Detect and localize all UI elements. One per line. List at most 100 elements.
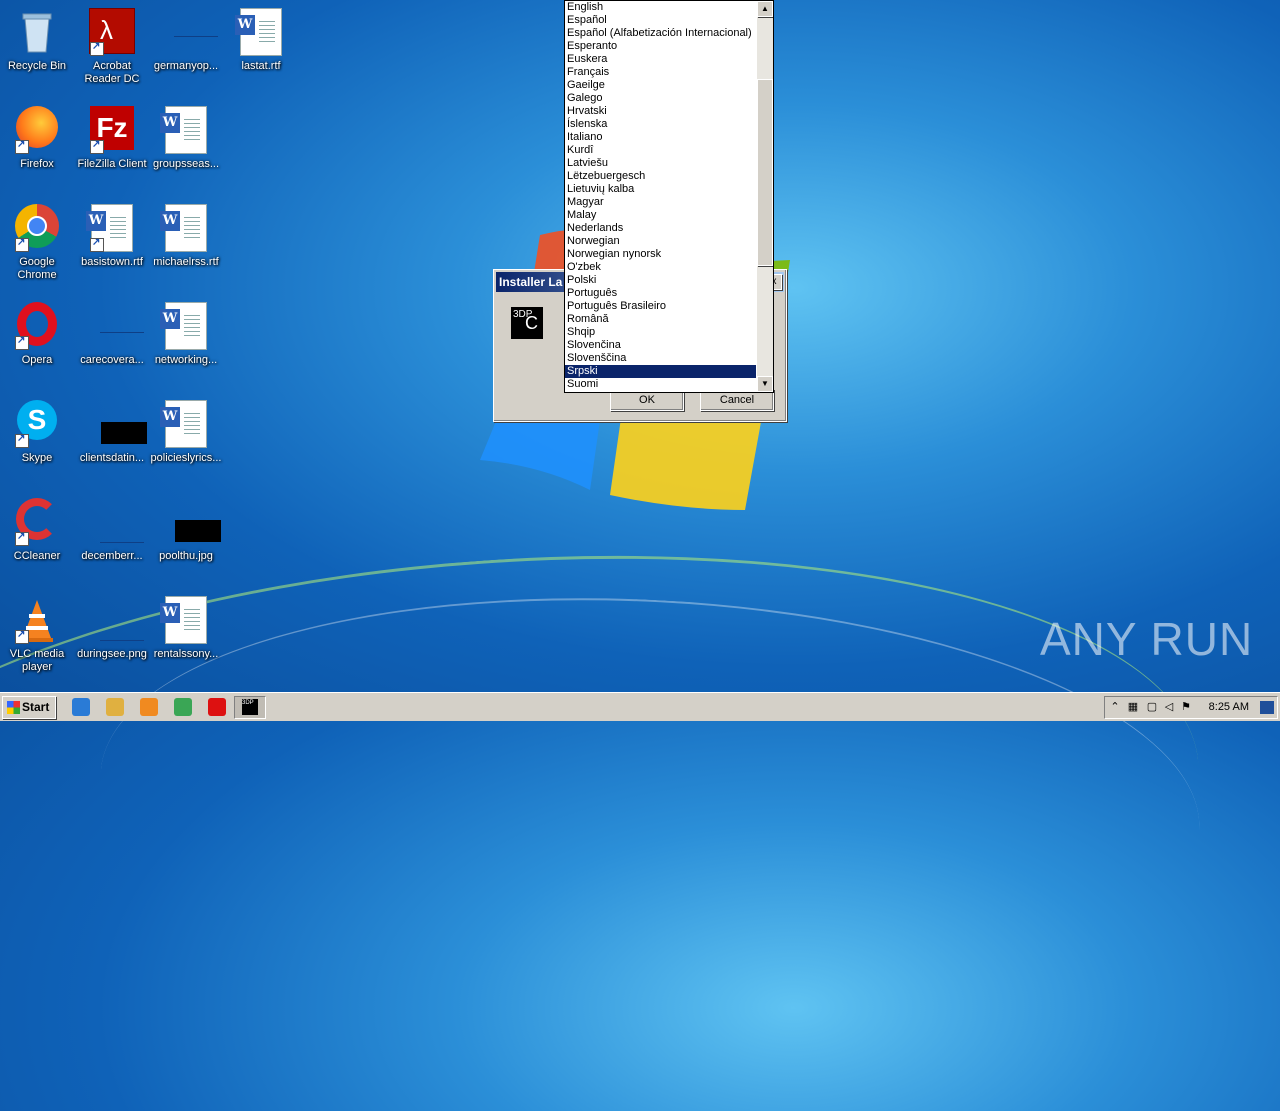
desktop-icon-filezilla[interactable]: Fz FileZilla Client <box>75 106 149 171</box>
language-option[interactable]: English <box>565 1 756 14</box>
language-option[interactable]: Português Brasileiro <box>565 300 756 313</box>
language-option[interactable]: Hrvatski <box>565 105 756 118</box>
desktop-icon-groupsseas[interactable]: W groupsseas... <box>149 106 223 171</box>
opera-icon <box>13 302 61 350</box>
language-dropdown-list[interactable]: English Español Español (Alfabetización In… <box>564 0 774 393</box>
language-option[interactable]: Français <box>565 66 756 79</box>
blank-file-icon <box>88 596 144 644</box>
scroll-down-icon[interactable]: ▼ <box>757 376 773 392</box>
language-option[interactable]: Magyar <box>565 196 756 209</box>
scroll-thumb[interactable] <box>757 79 773 266</box>
chrome-icon[interactable] <box>174 698 192 716</box>
desktop-icon-acrobat[interactable]: λ Acrobat Reader DC <box>75 8 149 86</box>
volume-icon[interactable]: ◁ <box>1162 701 1176 714</box>
desktop-icon-label: basistown.rtf <box>81 256 143 268</box>
language-option[interactable]: Slovenčina <box>565 339 756 352</box>
desktop-icon-label: CCleaner <box>13 550 61 562</box>
scroll-up-icon[interactable]: ▲ <box>757 1 773 17</box>
flag-icon[interactable]: ⚑ <box>1179 701 1193 714</box>
language-option[interactable]: Italiano <box>565 131 756 144</box>
app-3dp-icon: 3DP <box>242 699 258 715</box>
word-document-icon: W <box>160 400 210 448</box>
language-option[interactable]: Lietuvių kalba <box>565 183 756 196</box>
language-option[interactable]: Shqip <box>565 326 756 339</box>
action-center-icon[interactable]: ▢ <box>1145 701 1159 714</box>
word-document-icon: W <box>160 302 210 350</box>
language-option[interactable]: Nederlands <box>565 222 756 235</box>
desktop-icon-ccleaner[interactable]: CCleaner <box>0 498 74 563</box>
desktop-icon-firefox[interactable]: Firefox <box>0 106 74 171</box>
language-option[interactable]: Português <box>565 287 756 300</box>
language-option[interactable]: Latviešu <box>565 157 756 170</box>
desktop-icon-decemberr[interactable]: decemberr... <box>75 498 149 563</box>
taskbar-active-app[interactable]: 3DP <box>234 696 266 719</box>
language-option[interactable]: Suomi <box>565 378 756 391</box>
desktop-icon-skype[interactable]: S Skype <box>0 400 74 465</box>
language-option[interactable]: O'zbek <box>565 261 756 274</box>
desktop-icon-label: germanyop... <box>153 60 219 72</box>
opera-icon[interactable] <box>208 698 226 716</box>
desktop-icon-poolthu[interactable]: poolthu.jpg <box>149 498 223 563</box>
vlc-cone-icon <box>13 596 61 644</box>
blank-file-icon <box>162 8 218 56</box>
language-option[interactable]: Slovenščina <box>565 352 756 365</box>
filezilla-icon: Fz <box>88 106 136 154</box>
language-option[interactable]: Galego <box>565 92 756 105</box>
desktop-icon-germanyop[interactable]: germanyop... <box>149 8 223 73</box>
language-options: English Español Español (Alfabetización In… <box>565 1 756 391</box>
desktop-icon-label: carecovera... <box>80 354 144 366</box>
desktop-icon-policieslyrics[interactable]: W policieslyrics... <box>149 400 223 465</box>
clock[interactable]: 8:25 AM <box>1209 701 1249 713</box>
desktop-icon-basistown[interactable]: W basistown.rtf <box>75 204 149 269</box>
show-desktop-icon[interactable] <box>1260 701 1274 714</box>
anyrun-watermark: ANY RUN <box>1040 613 1254 665</box>
desktop-icon-rentalssony[interactable]: W rentalssony... <box>149 596 223 661</box>
desktop-icon-chrome[interactable]: Google Chrome <box>0 204 74 282</box>
start-button[interactable]: Start <box>2 696 56 719</box>
language-option[interactable]: Srpski <box>565 365 756 378</box>
network-icon[interactable]: ▦ <box>1126 701 1140 714</box>
language-option[interactable]: Norwegian <box>565 235 756 248</box>
desktop-icon-label: groupsseas... <box>152 158 220 170</box>
internet-explorer-icon[interactable] <box>72 698 90 716</box>
desktop-icon-opera[interactable]: Opera <box>0 302 74 367</box>
language-option[interactable]: Română <box>565 313 756 326</box>
ccleaner-icon <box>13 498 61 546</box>
desktop-icon-label: networking... <box>154 354 218 366</box>
desktop-icon-label: decemberr... <box>81 550 143 562</box>
desktop-icon-duringsee[interactable]: duringsee.png <box>75 596 149 661</box>
desktop-icon-michaelrss[interactable]: W michaelrss.rtf <box>149 204 223 269</box>
image-thumbnail-icon <box>88 400 147 448</box>
word-document-icon: W <box>160 204 210 252</box>
language-option[interactable]: Kurdî <box>565 144 756 157</box>
desktop-icon-label: lastat.rtf <box>241 60 281 72</box>
recycle-bin-icon <box>13 8 61 56</box>
language-option[interactable]: Polski <box>565 274 756 287</box>
language-option[interactable]: Lëtzebuergesch <box>565 170 756 183</box>
desktop-icon-recycle-bin[interactable]: Recycle Bin <box>0 8 74 73</box>
media-player-icon[interactable] <box>140 698 158 716</box>
scrollbar[interactable]: ▲ ▼ <box>757 1 773 392</box>
language-option[interactable]: Íslenska <box>565 118 756 131</box>
language-option[interactable]: Esperanto <box>565 40 756 53</box>
desktop-icon-vlc[interactable]: VLC media player <box>0 596 74 674</box>
language-option[interactable]: Euskera <box>565 53 756 66</box>
word-document-icon: W <box>86 204 136 252</box>
desktop-icon-carecovera[interactable]: carecovera... <box>75 302 149 367</box>
desktop-icon-networking[interactable]: W networking... <box>149 302 223 367</box>
image-thumbnail-icon <box>162 498 221 546</box>
show-hidden-icons-icon[interactable]: ⌃ <box>1108 701 1122 714</box>
language-option[interactable]: Gaeilge <box>565 79 756 92</box>
language-option[interactable]: Malay <box>565 209 756 222</box>
language-option[interactable]: Español (Alfabetización Internacional) <box>565 27 756 40</box>
file-explorer-icon[interactable] <box>106 698 124 716</box>
skype-icon: S <box>13 400 61 448</box>
desktop-icon-lastat[interactable]: W lastat.rtf <box>224 8 298 73</box>
blank-file-icon <box>88 498 144 546</box>
desktop-icon-clientsdatin[interactable]: clientsdatin... <box>75 400 149 465</box>
language-option[interactable]: Norwegian nynorsk <box>565 248 756 261</box>
language-option[interactable]: Español <box>565 14 756 27</box>
desktop-icon-label: Acrobat Reader DC <box>84 60 140 85</box>
system-tray: ⌃ ▦ ▢ ◁ ⚑ 8:25 AM <box>1104 696 1278 719</box>
desktop-icon-label: FileZilla Client <box>77 158 147 170</box>
